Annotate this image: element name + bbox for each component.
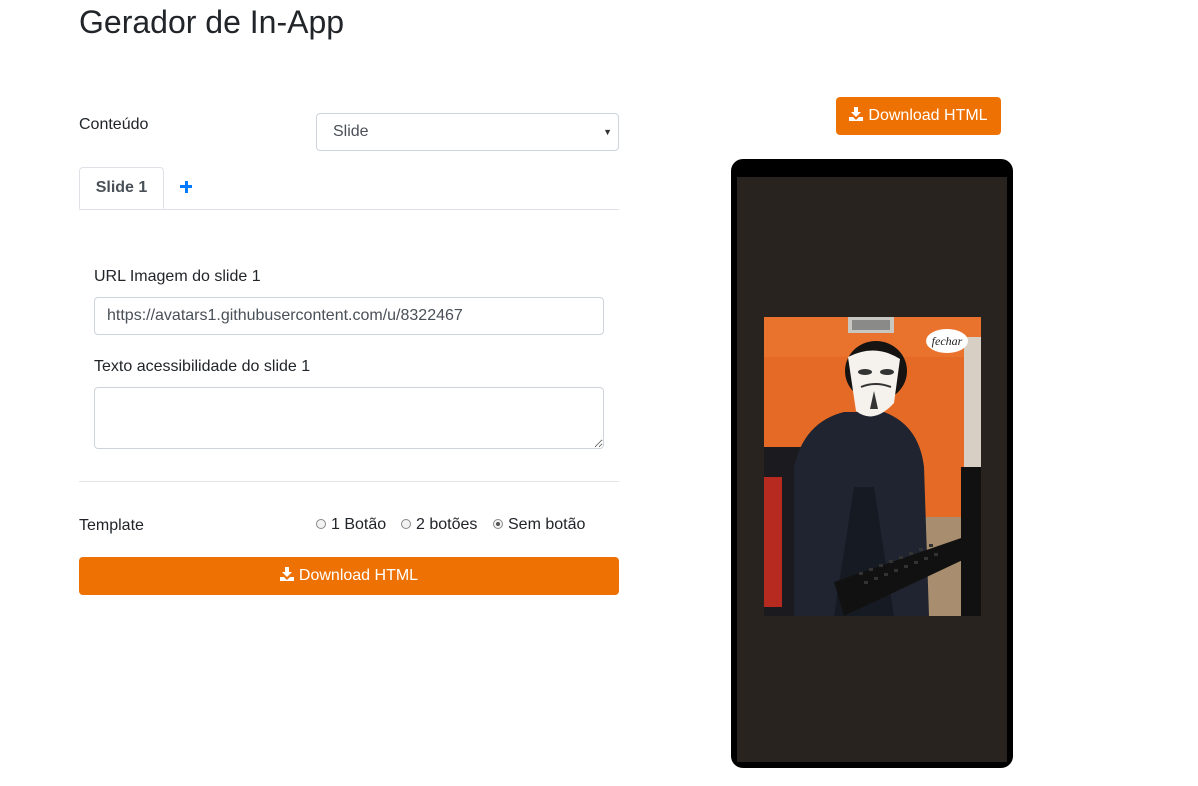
close-button[interactable]: fechar [926,329,968,353]
url-label: URL Imagem do slide 1 [94,268,261,285]
download-icon [849,106,864,121]
chevron-down-icon: ▼ [603,127,612,137]
radio-label: 2 botões [416,516,478,533]
slide-tabs: Slide 1 [79,167,619,210]
slide-image [764,317,981,616]
content-select[interactable]: Slide ▼ [316,113,619,151]
url-input[interactable] [94,297,604,335]
download-html-button[interactable]: Download HTML [79,557,619,595]
content-select-value: Slide [333,123,369,140]
add-slide-button[interactable] [178,173,198,201]
radio-circle[interactable] [493,518,503,529]
divider [79,481,619,482]
radio-1-botao[interactable]: 1 Botão [316,515,386,535]
download-icon [279,566,294,581]
radio-label: 1 Botão [331,516,387,533]
alt-textarea[interactable] [94,387,604,449]
radio-label: Sem botão [508,516,586,533]
template-label: Template [79,517,144,534]
alt-label: Texto acessibilidade do slide 1 [94,358,311,375]
tab-slide-1[interactable]: Slide 1 [79,167,164,209]
download-label: Download HTML [868,107,988,124]
preview-download-button[interactable]: Download HTML [836,97,1001,135]
radio-circle[interactable] [401,518,411,529]
radio-circle[interactable] [316,518,326,529]
content-label: Conteúdo [79,116,149,133]
radio-2-botoes[interactable]: 2 botões [401,515,477,535]
page-title: Gerador de In-App [79,4,345,40]
download-label: Download HTML [298,567,419,584]
phone-screen [737,177,1007,762]
phone-preview [731,159,1013,768]
radio-sem-botao[interactable]: Sem botão [493,515,585,535]
